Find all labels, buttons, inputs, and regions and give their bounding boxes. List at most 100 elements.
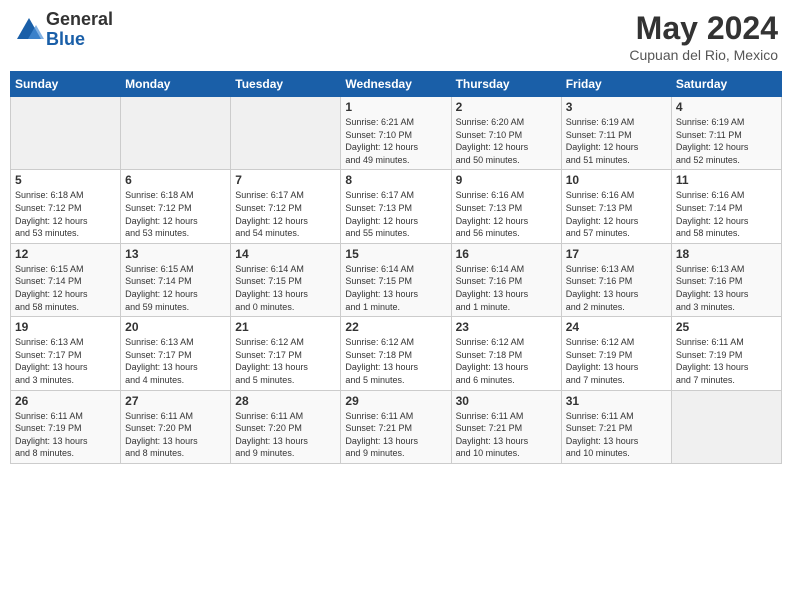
day-info: Sunrise: 6:14 AM Sunset: 7:15 PM Dayligh…	[345, 263, 446, 313]
day-number: 17	[566, 247, 667, 261]
col-wednesday: Wednesday	[341, 72, 451, 97]
table-row	[11, 97, 121, 170]
day-info: Sunrise: 6:15 AM Sunset: 7:14 PM Dayligh…	[15, 263, 116, 313]
table-row: 9 Sunrise: 6:16 AM Sunset: 7:13 PM Daylig…	[451, 170, 561, 243]
col-monday: Monday	[121, 72, 231, 97]
day-number: 14	[235, 247, 336, 261]
table-row: 18Sunrise: 6:13 AM Sunset: 7:16 PM Dayli…	[671, 243, 781, 316]
col-friday: Friday	[561, 72, 671, 97]
table-row: 4Sunrise: 6:19 AM Sunset: 7:11 PM Daylig…	[671, 97, 781, 170]
table-row: 2Sunrise: 6:20 AM Sunset: 7:10 PM Daylig…	[451, 97, 561, 170]
table-row: 3Sunrise: 6:19 AM Sunset: 7:11 PM Daylig…	[561, 97, 671, 170]
table-row: 26 Sunrise: 6:11 AM Sunset: 7:19 PM Dayli…	[11, 390, 121, 463]
location: Cupuan del Rio, Mexico	[629, 47, 778, 63]
table-row: 7Sunrise: 6:17 AM Sunset: 7:12 PM Daylig…	[231, 170, 341, 243]
day-info: Sunrise: 6:11 AM Sunset: 7:21 PM Dayligh…	[456, 410, 557, 460]
calendar-week-2: 5 Sunrise: 6:18 AM Sunset: 7:12 PM Daylig…	[11, 170, 782, 243]
day-number: 26	[15, 394, 116, 408]
table-row: 14 Sunrise: 6:14 AM Sunset: 7:15 PM Dayli…	[231, 243, 341, 316]
day-number: 18	[676, 247, 777, 261]
day-number: 3	[566, 100, 667, 114]
day-info: Sunrise: 6:17 AM Sunset: 7:13 PM Dayligh…	[345, 189, 446, 239]
day-info: Sunrise: 6:17 AM Sunset: 7:12 PM Dayligh…	[235, 189, 336, 239]
day-number: 22	[345, 320, 446, 334]
day-info: Sunrise: 6:18 AM Sunset: 7:12 PM Dayligh…	[15, 189, 116, 239]
day-number: 25	[676, 320, 777, 334]
table-row: 21 Sunrise: 6:12 AM Sunset: 7:17 PM Dayli…	[231, 317, 341, 390]
table-row: 23 Sunrise: 6:12 AM Sunset: 7:18 PM Dayli…	[451, 317, 561, 390]
calendar-week-1: 1 Sunrise: 6:21 AM Sunset: 7:10 PM Daylig…	[11, 97, 782, 170]
day-info: Sunrise: 6:21 AM Sunset: 7:10 PM Dayligh…	[345, 116, 446, 166]
table-row: 20 Sunrise: 6:13 AM Sunset: 7:17 PM Dayli…	[121, 317, 231, 390]
table-row: 17 Sunrise: 6:13 AM Sunset: 7:16 PM Dayli…	[561, 243, 671, 316]
table-row: 27Sunrise: 6:11 AM Sunset: 7:20 PM Dayli…	[121, 390, 231, 463]
day-number: 29	[345, 394, 446, 408]
day-number: 23	[456, 320, 557, 334]
day-info: Sunrise: 6:18 AM Sunset: 7:12 PM Dayligh…	[125, 189, 226, 239]
day-number: 9	[456, 173, 557, 187]
day-number: 6	[125, 173, 226, 187]
table-row: 31Sunrise: 6:11 AM Sunset: 7:21 PM Dayli…	[561, 390, 671, 463]
calendar-week-3: 12 Sunrise: 6:15 AM Sunset: 7:14 PM Dayli…	[11, 243, 782, 316]
day-info: Sunrise: 6:11 AM Sunset: 7:19 PM Dayligh…	[15, 410, 116, 460]
day-number: 11	[676, 173, 777, 187]
day-info: Sunrise: 6:15 AM Sunset: 7:14 PM Dayligh…	[125, 263, 226, 313]
day-info: Sunrise: 6:11 AM Sunset: 7:21 PM Dayligh…	[345, 410, 446, 460]
table-row	[671, 390, 781, 463]
day-number: 19	[15, 320, 116, 334]
logo: General Blue	[14, 10, 113, 50]
col-saturday: Saturday	[671, 72, 781, 97]
day-number: 12	[15, 247, 116, 261]
table-row: 10Sunrise: 6:16 AM Sunset: 7:13 PM Dayli…	[561, 170, 671, 243]
calendar-header-row: Sunday Monday Tuesday Wednesday Thursday…	[11, 72, 782, 97]
day-number: 24	[566, 320, 667, 334]
day-number: 15	[345, 247, 446, 261]
col-thursday: Thursday	[451, 72, 561, 97]
calendar-week-5: 26 Sunrise: 6:11 AM Sunset: 7:19 PM Dayli…	[11, 390, 782, 463]
day-info: Sunrise: 6:11 AM Sunset: 7:19 PM Dayligh…	[676, 336, 777, 386]
day-number: 1	[345, 100, 446, 114]
day-number: 13	[125, 247, 226, 261]
logo-general-text: General	[46, 10, 113, 30]
day-info: Sunrise: 6:16 AM Sunset: 7:14 PM Dayligh…	[676, 189, 777, 239]
table-row: 13 Sunrise: 6:15 AM Sunset: 7:14 PM Dayli…	[121, 243, 231, 316]
day-info: Sunrise: 6:11 AM Sunset: 7:20 PM Dayligh…	[125, 410, 226, 460]
day-info: Sunrise: 6:11 AM Sunset: 7:21 PM Dayligh…	[566, 410, 667, 460]
day-info: Sunrise: 6:14 AM Sunset: 7:15 PM Dayligh…	[235, 263, 336, 313]
logo-text: General Blue	[46, 10, 113, 50]
table-row: 16 Sunrise: 6:14 AM Sunset: 7:16 PM Dayli…	[451, 243, 561, 316]
day-info: Sunrise: 6:14 AM Sunset: 7:16 PM Dayligh…	[456, 263, 557, 313]
table-row: 6 Sunrise: 6:18 AM Sunset: 7:12 PM Daylig…	[121, 170, 231, 243]
table-row: 30Sunrise: 6:11 AM Sunset: 7:21 PM Dayli…	[451, 390, 561, 463]
day-number: 5	[15, 173, 116, 187]
day-number: 20	[125, 320, 226, 334]
calendar-table: Sunday Monday Tuesday Wednesday Thursday…	[10, 71, 782, 464]
page-header: General Blue May 2024 Cupuan del Rio, Me…	[10, 10, 782, 63]
day-info: Sunrise: 6:13 AM Sunset: 7:17 PM Dayligh…	[125, 336, 226, 386]
day-info: Sunrise: 6:19 AM Sunset: 7:11 PM Dayligh…	[676, 116, 777, 166]
calendar-week-4: 19 Sunrise: 6:13 AM Sunset: 7:17 PM Dayli…	[11, 317, 782, 390]
table-row: 25 Sunrise: 6:11 AM Sunset: 7:19 PM Dayli…	[671, 317, 781, 390]
day-number: 10	[566, 173, 667, 187]
day-number: 21	[235, 320, 336, 334]
table-row: 5 Sunrise: 6:18 AM Sunset: 7:12 PM Daylig…	[11, 170, 121, 243]
day-info: Sunrise: 6:12 AM Sunset: 7:18 PM Dayligh…	[345, 336, 446, 386]
day-info: Sunrise: 6:13 AM Sunset: 7:16 PM Dayligh…	[566, 263, 667, 313]
day-info: Sunrise: 6:12 AM Sunset: 7:18 PM Dayligh…	[456, 336, 557, 386]
day-info: Sunrise: 6:16 AM Sunset: 7:13 PM Dayligh…	[456, 189, 557, 239]
table-row	[231, 97, 341, 170]
day-info: Sunrise: 6:12 AM Sunset: 7:17 PM Dayligh…	[235, 336, 336, 386]
day-number: 16	[456, 247, 557, 261]
col-sunday: Sunday	[11, 72, 121, 97]
table-row: 15 Sunrise: 6:14 AM Sunset: 7:15 PM Dayli…	[341, 243, 451, 316]
day-info: Sunrise: 6:11 AM Sunset: 7:20 PM Dayligh…	[235, 410, 336, 460]
table-row: 22 Sunrise: 6:12 AM Sunset: 7:18 PM Dayli…	[341, 317, 451, 390]
table-row: 29 Sunrise: 6:11 AM Sunset: 7:21 PM Dayli…	[341, 390, 451, 463]
day-info: Sunrise: 6:13 AM Sunset: 7:17 PM Dayligh…	[15, 336, 116, 386]
col-tuesday: Tuesday	[231, 72, 341, 97]
table-row: 1 Sunrise: 6:21 AM Sunset: 7:10 PM Daylig…	[341, 97, 451, 170]
table-row	[121, 97, 231, 170]
table-row: 11 Sunrise: 6:16 AM Sunset: 7:14 PM Dayli…	[671, 170, 781, 243]
month-title: May 2024	[629, 10, 778, 47]
table-row: 28Sunrise: 6:11 AM Sunset: 7:20 PM Dayli…	[231, 390, 341, 463]
